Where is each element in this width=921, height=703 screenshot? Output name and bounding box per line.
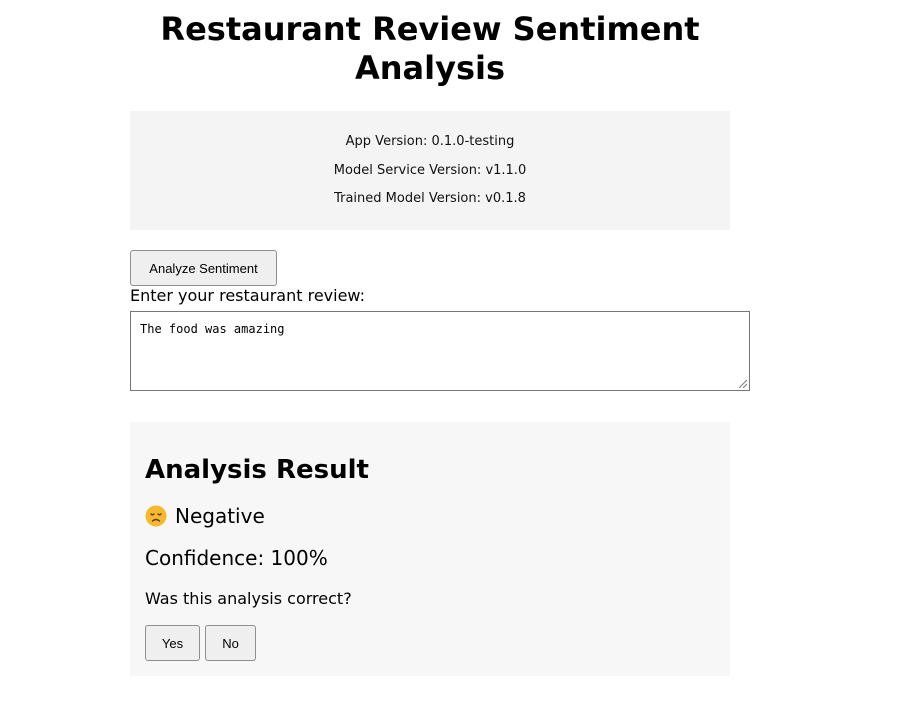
- analysis-result-panel: Analysis Result Negative Confidence: 100…: [130, 422, 730, 676]
- version-info-panel: App Version: 0.1.0-testing Model Service…: [130, 111, 730, 230]
- feedback-no-button[interactable]: No: [205, 625, 256, 661]
- confidence-value: Confidence: 100%: [145, 546, 328, 570]
- analyze-sentiment-button[interactable]: Analyze Sentiment: [130, 250, 277, 286]
- sad-face-icon: [145, 505, 167, 527]
- review-label: Enter your restaurant review:: [130, 286, 366, 305]
- model-service-version: Model Service Version: v1.1.0: [333, 162, 527, 178]
- review-text: The food was amazing: [140, 322, 285, 336]
- page-title: Restaurant Review Sentiment Analysis: [160, 10, 700, 87]
- result-heading: Analysis Result: [145, 455, 369, 485]
- page: Restaurant Review Sentiment Analysis App…: [0, 0, 921, 703]
- resize-grip-icon[interactable]: [737, 378, 747, 388]
- trained-model-version: Trained Model Version: v0.1.8: [334, 191, 526, 206]
- feedback-question: Was this analysis correct?: [145, 589, 352, 608]
- feedback-yes-button[interactable]: Yes: [145, 625, 200, 661]
- sentiment-label: Negative: [175, 504, 265, 528]
- sentiment-result: Negative: [145, 503, 265, 529]
- review-textarea[interactable]: The food was amazing: [130, 311, 750, 391]
- app-version: App Version: 0.1.0-testing: [345, 134, 515, 149]
